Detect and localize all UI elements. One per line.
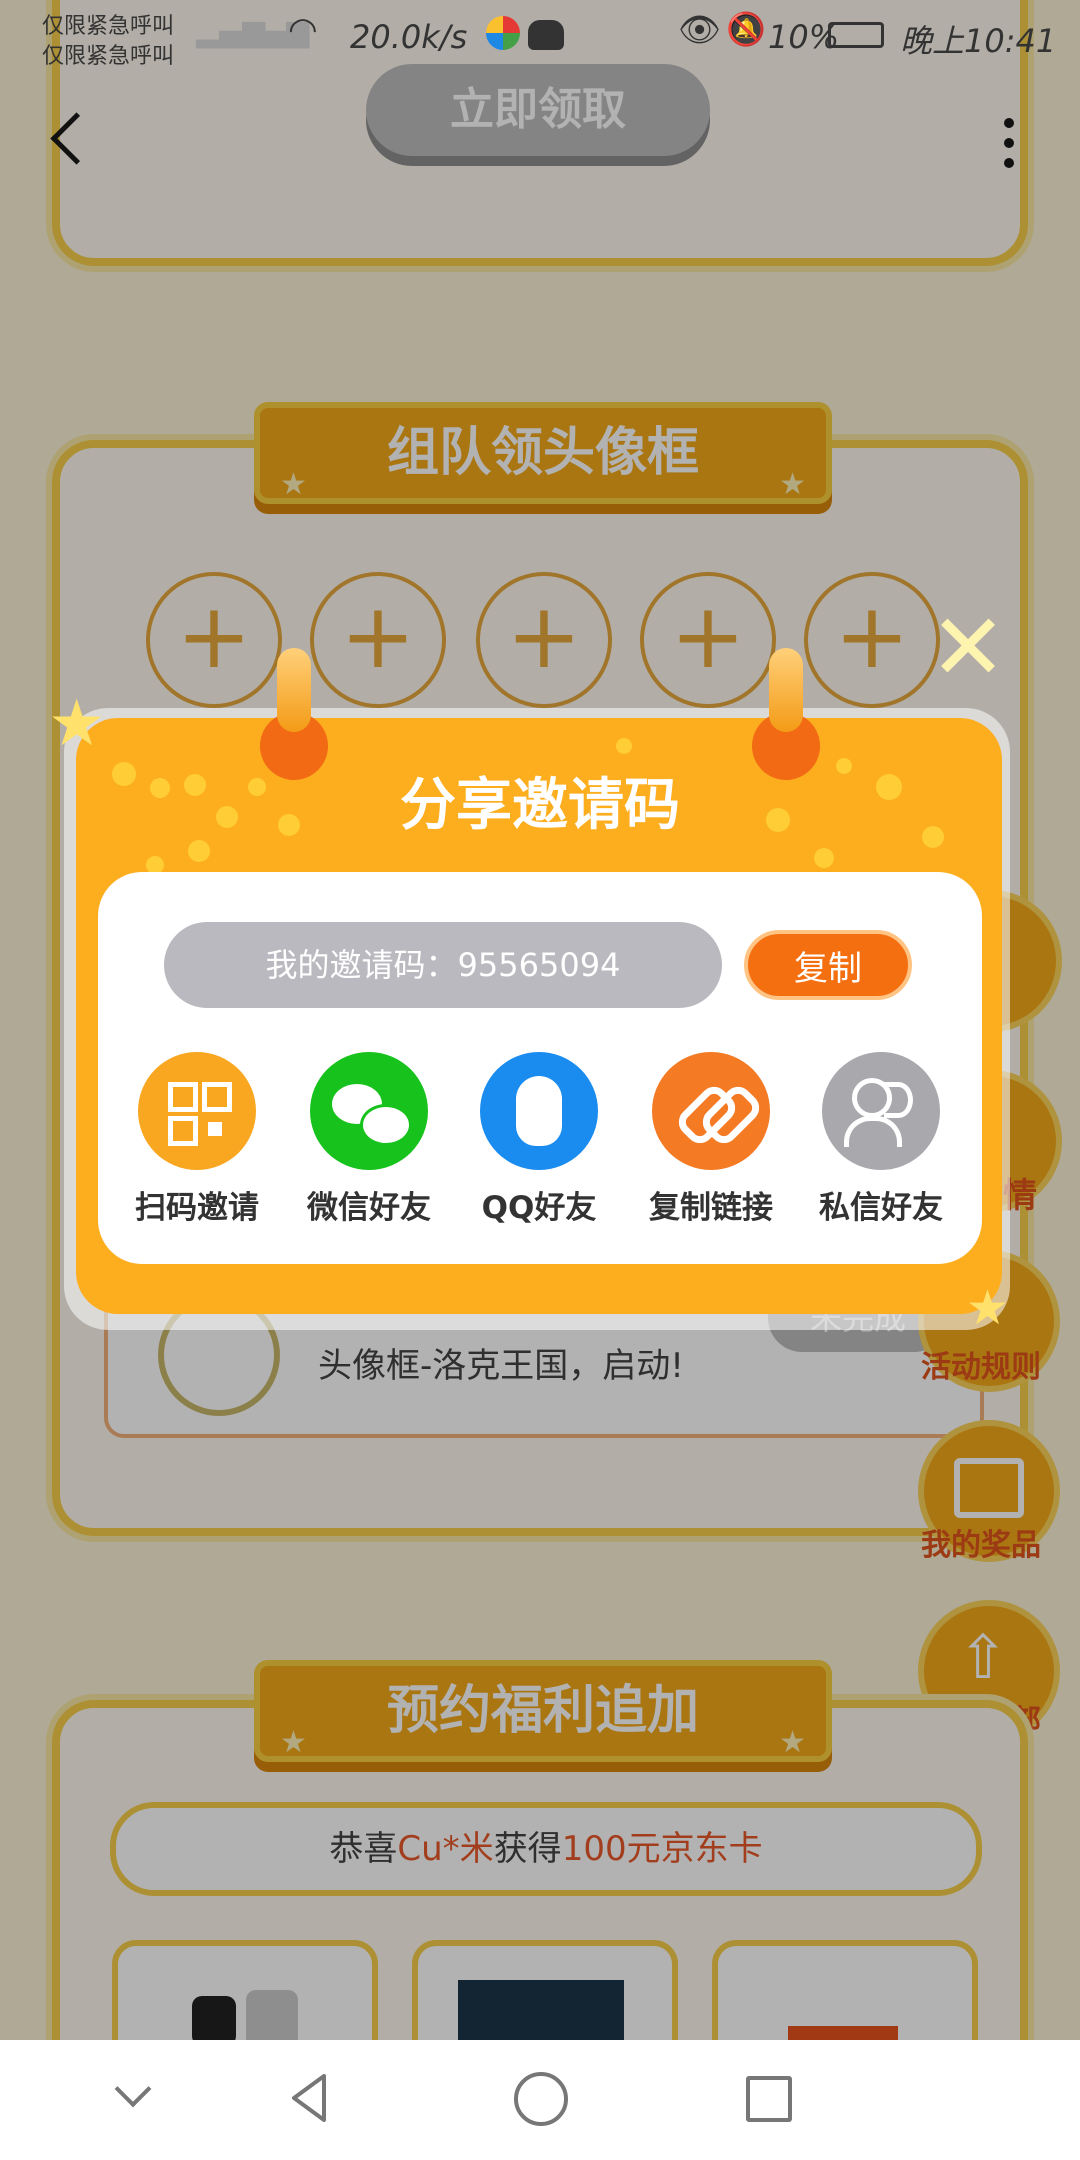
wechat-icon xyxy=(310,1052,428,1170)
collapse-icon xyxy=(114,2070,152,2108)
qq-penguin-icon xyxy=(480,1052,598,1170)
clock: 晚上10:41 xyxy=(900,22,1057,60)
share-label-qq: QQ好友 xyxy=(481,1190,597,1226)
star-icon: ★ xyxy=(966,1280,1010,1336)
binder-ring-right-bar xyxy=(769,648,803,732)
star-icon: ★ xyxy=(48,687,106,761)
carrier-text-1: 仅限紧急呼叫 xyxy=(42,14,175,39)
system-nav-bar xyxy=(0,2040,1080,2160)
mute-bell-icon: 🔕 xyxy=(726,10,766,48)
invite-code-display: 我的邀请码：95565094 xyxy=(164,922,722,1008)
share-label-friends: 私信好友 xyxy=(819,1190,943,1226)
decor-dot xyxy=(188,840,210,862)
decor-dot xyxy=(616,738,632,754)
modal-title: 分享邀请码 xyxy=(400,773,680,838)
recents-square-icon xyxy=(746,2076,792,2122)
decor-dot xyxy=(814,848,834,868)
vertical-dots-icon xyxy=(1004,118,1014,128)
net-speed: 20.0k/s xyxy=(350,18,468,56)
home-circle-icon xyxy=(514,2072,568,2126)
qr-code-icon xyxy=(138,1052,256,1170)
back-triangle-icon xyxy=(292,2074,326,2122)
android-robot-icon xyxy=(528,20,564,50)
eye-icon: 👁 xyxy=(678,10,722,50)
share-label-qr: 扫码邀请 xyxy=(135,1190,259,1226)
nav-recents-button[interactable] xyxy=(738,2068,798,2128)
nav-back-button[interactable] xyxy=(280,2068,340,2128)
carrier-text-2: 仅限紧急呼叫 xyxy=(42,44,175,69)
back-button[interactable] xyxy=(44,112,103,176)
more-button[interactable] xyxy=(994,112,1024,176)
friends-icon xyxy=(822,1052,940,1170)
share-label-link: 复制链接 xyxy=(649,1190,773,1226)
nav-home-button[interactable] xyxy=(510,2068,570,2128)
app-notification-icon xyxy=(486,16,520,50)
collapse-button[interactable] xyxy=(108,2070,164,2126)
modal-close-button[interactable]: ✕ xyxy=(926,594,1010,701)
wifi-icon: ◠ xyxy=(288,10,318,50)
link-icon xyxy=(652,1052,770,1170)
status-bar: 仅限紧急呼叫 仅限紧急呼叫 ▂▄▆ ▂▄▆ ◠ 20.0k/s 👁 🔕 10% … xyxy=(0,0,1080,74)
close-icon: ✕ xyxy=(929,594,1007,701)
battery-icon xyxy=(828,22,884,48)
share-label-wechat: 微信好友 xyxy=(307,1190,431,1226)
binder-ring-left-bar xyxy=(277,648,311,732)
copy-code-button[interactable]: 复制 xyxy=(744,930,912,1000)
chevron-left-icon xyxy=(50,112,103,165)
